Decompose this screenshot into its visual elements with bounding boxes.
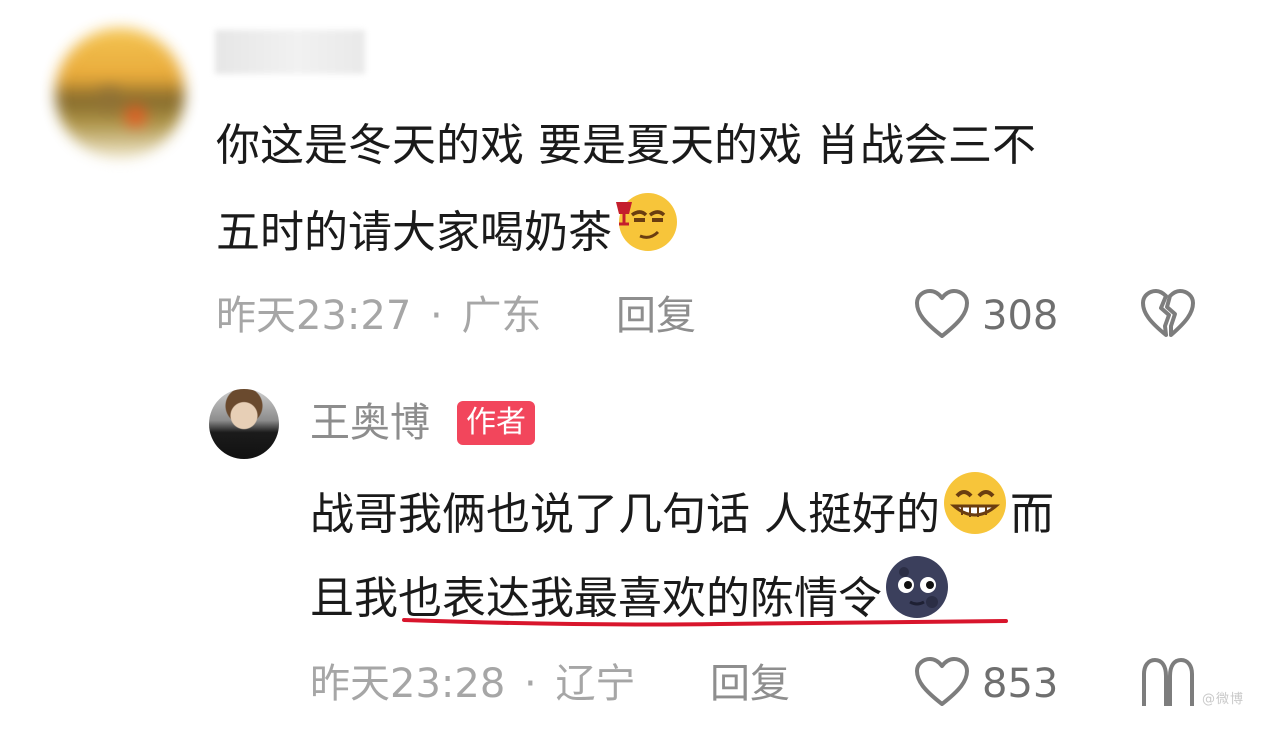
broken-heart-icon xyxy=(1141,289,1195,337)
commenter-username-redacted[interactable] xyxy=(215,30,365,74)
reply-location: 辽宁 xyxy=(555,661,636,707)
comment-reply-button[interactable]: 回复 xyxy=(616,292,696,340)
comment-location: 广东 xyxy=(461,293,542,339)
comment-like-button[interactable] xyxy=(914,288,970,344)
reply-text-line1-b: 而 xyxy=(1010,489,1054,540)
author-avatar[interactable] xyxy=(209,389,279,459)
comment-text-line2: 五时的请大家喝奶茶 xyxy=(216,188,678,282)
reply-meta: 昨天23:28 · 辽宁 xyxy=(310,660,635,708)
reply-like-count: 853 xyxy=(982,661,1059,707)
reply-time: 昨天23:28 xyxy=(310,661,506,707)
reply-dislike-button[interactable] xyxy=(1140,656,1196,712)
comment-like-count: 308 xyxy=(982,293,1059,339)
new-moon-face-emoji xyxy=(882,552,952,650)
meta-separator: · xyxy=(524,661,537,707)
comment-meta: 昨天23:27 · 广东 xyxy=(216,292,541,340)
smirk-toast-emoji xyxy=(612,188,678,282)
comment-dislike-button[interactable] xyxy=(1140,288,1196,344)
reply-reply-button[interactable]: 回复 xyxy=(710,660,790,708)
author-name[interactable]: 王奥博 xyxy=(310,398,430,448)
watermark: @微博 xyxy=(1202,692,1245,707)
meta-separator: · xyxy=(430,293,443,339)
comment-text-line2-label: 五时的请大家喝奶茶 xyxy=(216,207,612,258)
broken-heart-icon xyxy=(1142,658,1194,706)
heart-icon xyxy=(915,657,969,706)
author-badge: 作者 xyxy=(457,401,535,445)
highlight-underline xyxy=(400,612,1012,634)
commenter-avatar[interactable] xyxy=(55,28,185,158)
reply-text-line1-a: 战哥我俩也说了几句话 人挺好的 xyxy=(310,489,940,540)
reply-like-button[interactable] xyxy=(914,656,970,712)
heart-icon xyxy=(915,289,969,338)
comment-time: 昨天23:27 xyxy=(216,293,412,339)
comment-text-line1: 你这是冬天的戏 要是夏天的戏 肖战会三不 xyxy=(216,120,1036,171)
reply-text-line2: 且我也表达我最喜欢的陈情令 xyxy=(310,552,952,650)
